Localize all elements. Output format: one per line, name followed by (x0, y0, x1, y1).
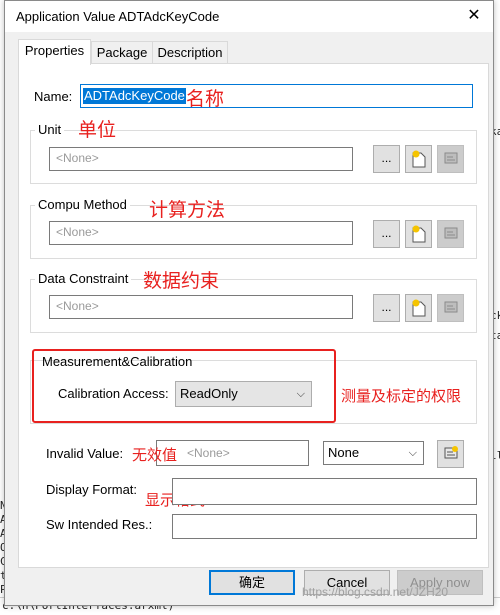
invalid-value-annotation: 无效值 (132, 446, 178, 464)
compu-method-annotation: 计算方法 (149, 199, 226, 221)
measurement-highlight-box: Measurement&Calibration Calibration Acce… (32, 349, 336, 423)
window-title: Application Value ADTAdcKeyCode (16, 9, 220, 24)
compu-method-placeholder: <None> (56, 225, 99, 239)
new-document-icon (411, 225, 427, 246)
data-constraint-field[interactable]: <None> (49, 295, 353, 319)
chevron-down-icon: ⌵ (408, 447, 417, 459)
edit-properties-icon (443, 152, 459, 169)
calibration-access-value: ReadOnly (180, 386, 238, 401)
new-document-icon (411, 150, 427, 171)
compu-method-new-button[interactable] (405, 220, 432, 248)
name-field[interactable]: ADTAdcKeyCode (80, 84, 473, 108)
new-document-icon (411, 299, 427, 320)
name-label: Name: (34, 89, 73, 104)
compu-method-edit-button[interactable] (437, 220, 464, 248)
sw-intended-res-field[interactable] (172, 514, 477, 539)
close-icon[interactable]: ✕ (463, 6, 485, 26)
unit-annotation: 单位 (78, 119, 117, 141)
unit-label: Unit (35, 122, 65, 137)
data-constraint-group: Data Constraint <None> ... (30, 271, 477, 333)
data-constraint-new-button[interactable] (405, 294, 432, 322)
name-annotation: 名称 (186, 88, 225, 110)
application-value-dialog: Application Value ADTAdcKeyCode ✕ Proper… (4, 0, 494, 606)
tab-description[interactable]: Description (152, 41, 228, 64)
edit-properties-icon (443, 301, 459, 318)
invalid-value-edit-button[interactable] (437, 440, 464, 468)
watermark: https://blog.csdn.net/JZH20 (302, 585, 449, 599)
unit-new-button[interactable] (405, 145, 432, 173)
edit-properties-icon (443, 446, 459, 464)
compu-method-label: Compu Method (35, 197, 130, 212)
compu-method-browse-button[interactable]: ... (373, 220, 400, 248)
invalid-value-label: Invalid Value: (46, 446, 124, 461)
sw-intended-res-label: Sw Intended Res.: (46, 517, 153, 532)
properties-panel: Name: ADTAdcKeyCode 名称 Unit <None> ... 单 (18, 63, 489, 568)
chevron-down-icon: ⌵ (296, 388, 305, 400)
compu-method-field[interactable]: <None> (49, 221, 353, 245)
calibration-access-select[interactable]: ReadOnly ⌵ (175, 381, 312, 407)
display-format-label: Display Format: (46, 482, 138, 497)
measurement-label: Measurement&Calibration (42, 354, 193, 369)
calibration-access-label: Calibration Access: (58, 386, 169, 401)
edit-properties-icon (443, 227, 459, 244)
compu-method-group: Compu Method <None> ... (30, 197, 477, 259)
unit-browse-button[interactable]: ... (373, 145, 400, 173)
tab-package[interactable]: Package (91, 41, 153, 64)
name-field-value: ADTAdcKeyCode (83, 88, 186, 104)
invalid-value-select[interactable]: None ⌵ (323, 441, 424, 465)
unit-field[interactable]: <None> (49, 147, 353, 171)
tab-properties[interactable]: Properties (18, 39, 91, 65)
invalid-value-placeholder: <None> (187, 446, 230, 460)
display-format-field[interactable] (172, 478, 477, 505)
data-constraint-label: Data Constraint (35, 271, 132, 286)
unit-edit-button[interactable] (437, 145, 464, 173)
data-constraint-placeholder: <None> (56, 299, 99, 313)
title-bar: Application Value ADTAdcKeyCode ✕ (5, 1, 493, 32)
data-constraint-browse-button[interactable]: ... (373, 294, 400, 322)
data-constraint-edit-button[interactable] (437, 294, 464, 322)
unit-placeholder: <None> (56, 151, 99, 165)
ok-button[interactable]: 确定 (209, 570, 295, 595)
data-constraint-annotation: 数据约束 (143, 270, 220, 292)
invalid-value-select-value: None (328, 445, 360, 460)
invalid-value-field[interactable]: <None> (156, 440, 309, 466)
measurement-annotation: 测量及标定的权限 (341, 387, 462, 405)
